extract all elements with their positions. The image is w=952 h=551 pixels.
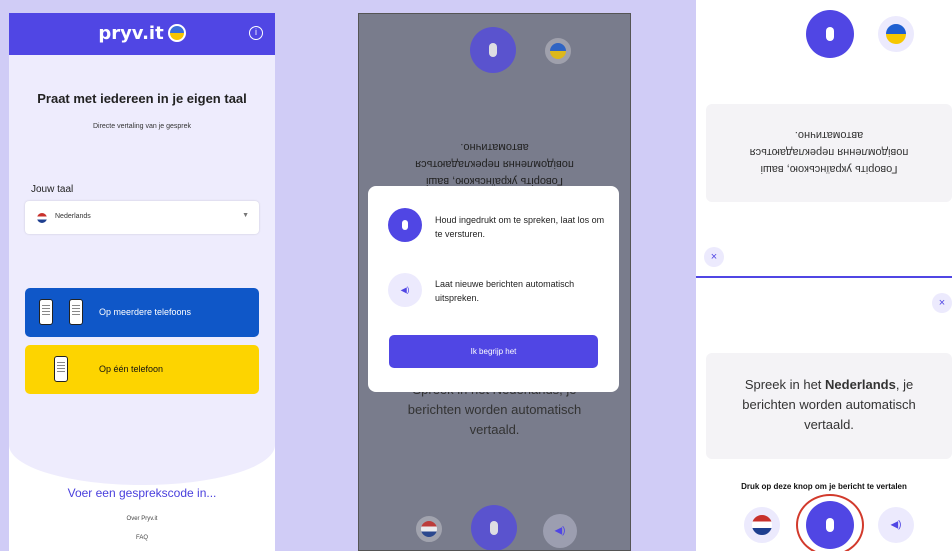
- multi-phone-label: Op meerdere telefoons: [99, 307, 192, 317]
- netherlands-flag-icon[interactable]: [416, 516, 442, 542]
- single-phone-label: Op één telefoon: [99, 364, 164, 374]
- info-icon[interactable]: i: [249, 26, 263, 40]
- mic-icon: [388, 208, 422, 242]
- home-screen: pryv.it i Praat met iedereen in je eigen…: [9, 13, 275, 551]
- conversation-screen: Говоріть українською, ваші повідомлення …: [696, 0, 952, 551]
- screen-divider: [696, 276, 952, 278]
- ukraine-flag-icon[interactable]: [878, 16, 914, 52]
- ukraine-flag-icon[interactable]: [545, 38, 571, 64]
- hero-background: [9, 55, 275, 485]
- translated-message-upside-down: Говоріть українською, ваші повідомлення …: [749, 129, 909, 175]
- ukraine-flag-icon: [167, 24, 186, 42]
- page-title: Praat met iedereen in je eigen taal: [37, 91, 247, 106]
- mic-icon: [826, 518, 834, 532]
- own-message-card: Spreek in het Nederlands, je berichten w…: [706, 353, 952, 459]
- speaker-button[interactable]: ◀): [878, 507, 914, 543]
- speak-instruction: Laat nieuwe berichten automatisch uitspr…: [435, 279, 575, 303]
- mic-icon: [489, 43, 497, 57]
- own-message: Spreek in het Nederlands, je berichten w…: [742, 377, 916, 432]
- hold-instruction: Houd ingedrukt om te spreken, laat los o…: [435, 215, 605, 239]
- language-select-value: Nederlands: [55, 213, 91, 220]
- understand-button[interactable]: Ik begrijp het: [389, 335, 598, 368]
- app-header: pryv.it i: [9, 13, 275, 55]
- language-select[interactable]: Nederlands ▼: [25, 201, 259, 234]
- bottom-mic-button[interactable]: [806, 501, 854, 549]
- conversation-screen-onboarding: Говоріть українською, ваші повідомлення …: [358, 13, 631, 551]
- translated-message-upside-down: Говоріть українською, ваші повідомлення …: [415, 141, 574, 187]
- netherlands-flag-icon: [37, 213, 47, 223]
- mic-icon: [826, 27, 834, 41]
- mic-icon: [490, 521, 498, 535]
- phone-icon: [54, 356, 68, 382]
- faq-link[interactable]: FAQ: [9, 535, 275, 541]
- speaker-icon: ◀): [388, 273, 422, 307]
- speaker-icon: ◀): [554, 525, 566, 537]
- page-subtitle: Directe vertaling van je gesprek: [92, 123, 192, 130]
- close-icon[interactable]: ×: [704, 247, 724, 267]
- translated-message-card: Говоріть українською, ваші повідомлення …: [706, 104, 952, 202]
- enter-code-link[interactable]: Voer een gesprekscode in...: [9, 486, 275, 500]
- about-link[interactable]: Over Pryv.it: [9, 516, 275, 522]
- mic-hint-text: Druk op deze knop om je bericht te verta…: [741, 482, 907, 491]
- speaker-icon: ◀): [890, 519, 902, 531]
- top-mic-button[interactable]: [470, 27, 516, 73]
- close-icon[interactable]: ×: [932, 293, 952, 313]
- bottom-mic-button[interactable]: [471, 505, 517, 550]
- top-mic-button[interactable]: [806, 10, 854, 58]
- onboarding-modal: Houd ingedrukt om te spreken, laat los o…: [368, 186, 619, 392]
- multi-phone-button[interactable]: Op meerdere telefoons: [25, 288, 259, 337]
- speaker-button[interactable]: ◀): [543, 514, 577, 548]
- netherlands-flag-icon[interactable]: [744, 507, 780, 543]
- phone-qr-icon: [69, 299, 83, 325]
- app-logo: pryv.it: [9, 23, 275, 44]
- phone-icon: [39, 299, 53, 325]
- single-phone-button[interactable]: Op één telefoon: [25, 345, 259, 394]
- chevron-down-icon: ▼: [242, 212, 249, 219]
- language-label: Jouw taal: [31, 184, 74, 195]
